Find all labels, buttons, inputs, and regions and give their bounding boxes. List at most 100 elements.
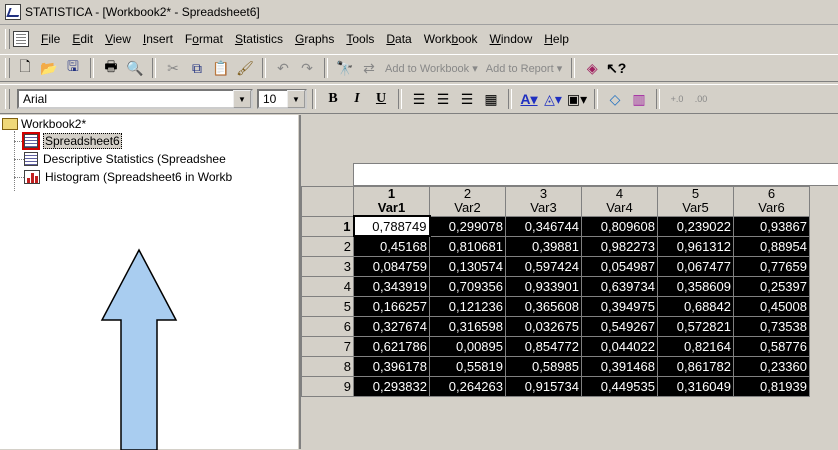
table-cell[interactable]: 0,55819 <box>429 355 506 377</box>
column-header[interactable]: 3 Var3 <box>505 186 582 217</box>
menu-item-help[interactable]: Help <box>538 30 575 48</box>
tree-item-descriptive-statistics[interactable]: Descriptive Statistics (Spreadshee <box>24 150 226 168</box>
toolbar-grip[interactable] <box>5 58 10 78</box>
grid-corner[interactable] <box>301 186 354 217</box>
row-header[interactable]: 6 <box>301 315 354 337</box>
table-cell[interactable]: 0,810681 <box>429 235 506 257</box>
column-header[interactable]: 1 Var1 <box>353 186 430 217</box>
table-cell[interactable]: 0,166257 <box>353 295 430 317</box>
chevron-down-icon[interactable]: ▼ <box>233 90 251 108</box>
align-right-icon[interactable]: ☰ <box>456 88 478 110</box>
table-cell[interactable]: 0,299078 <box>429 215 506 237</box>
decrease-decimal-icon[interactable]: .00 <box>690 88 712 110</box>
find-icon[interactable]: 🔭 <box>334 57 356 79</box>
toolbar-grip[interactable] <box>5 89 10 109</box>
statistica-app-icon[interactable] <box>5 4 21 20</box>
cut-icon[interactable]: ✂ <box>162 57 184 79</box>
column-header[interactable]: 5 Var5 <box>657 186 734 217</box>
italic-button[interactable]: I <box>346 88 368 110</box>
table-cell[interactable]: 0,933901 <box>505 275 582 297</box>
add-to-workbook-button[interactable]: Add to Workbook ▾ <box>381 62 482 75</box>
row-header[interactable]: 4 <box>301 275 354 297</box>
table-cell[interactable]: 0,130574 <box>429 255 506 277</box>
menu-item-format[interactable]: Format <box>179 30 229 48</box>
row-header[interactable]: 2 <box>301 235 354 257</box>
table-cell[interactable]: 0,394975 <box>581 295 658 317</box>
marking-icon[interactable]: ◇ <box>604 88 626 110</box>
chevron-down-icon[interactable]: ▼ <box>287 90 305 108</box>
menu-item-graphs[interactable]: Graphs <box>289 30 340 48</box>
font-name-combo[interactable]: Arial ▼ <box>17 89 253 109</box>
table-cell[interactable]: 0,084759 <box>353 255 430 277</box>
table-cell[interactable]: 0,82164 <box>657 335 734 357</box>
menubar-grip[interactable] <box>5 29 10 49</box>
table-cell[interactable]: 0,25397 <box>733 275 810 297</box>
table-cell[interactable]: 0,23360 <box>733 355 810 377</box>
table-cell[interactable]: 0,961312 <box>657 235 734 257</box>
table-cell[interactable]: 0,58985 <box>505 355 582 377</box>
print-preview-icon[interactable]: 🔍 <box>124 57 146 79</box>
tree-item-spreadsheet6[interactable]: Spreadsheet6 <box>22 132 122 150</box>
table-cell[interactable]: 0,264263 <box>429 375 506 397</box>
print-icon[interactable]: 🖶 <box>100 57 122 79</box>
table-cell[interactable]: 0,032675 <box>505 315 582 337</box>
table-cell[interactable]: 0,73538 <box>733 315 810 337</box>
underline-button[interactable]: U <box>370 88 392 110</box>
tree-item-histogram[interactable]: Histogram (Spreadsheet6 in Workb <box>24 168 232 186</box>
new-file-icon[interactable]: 🗋 <box>14 57 36 79</box>
bold-button[interactable]: B <box>322 88 344 110</box>
row-header[interactable]: 8 <box>301 355 354 377</box>
align-center-icon[interactable]: ☰ <box>432 88 454 110</box>
table-cell[interactable]: 0,621786 <box>353 335 430 357</box>
table-cell[interactable]: 0,39881 <box>505 235 582 257</box>
table-cell[interactable]: 0,396178 <box>353 355 430 377</box>
statistics-icon[interactable]: ◈ <box>581 57 603 79</box>
menu-item-edit[interactable]: Edit <box>66 30 99 48</box>
align-left-icon[interactable]: ☰ <box>408 88 430 110</box>
table-cell[interactable]: 0,93867 <box>733 215 810 237</box>
help-pointer-icon[interactable]: ↖? <box>605 57 627 79</box>
table-cell[interactable]: 0,854772 <box>505 335 582 357</box>
table-cell[interactable]: 0,809608 <box>581 215 658 237</box>
menu-item-file[interactable]: File <box>35 30 66 48</box>
menu-item-statistics[interactable]: Statistics <box>229 30 289 48</box>
column-header[interactable]: 6 Var6 <box>733 186 810 217</box>
format-painter-icon[interactable]: 🖌 <box>234 57 256 79</box>
menu-item-view[interactable]: View <box>99 30 137 48</box>
redo-icon[interactable]: ↷ <box>296 57 318 79</box>
table-cell[interactable]: 0,77659 <box>733 255 810 277</box>
menu-item-insert[interactable]: Insert <box>137 30 179 48</box>
table-cell[interactable]: 0,88954 <box>733 235 810 257</box>
replace-icon[interactable]: ⇄ <box>358 57 380 79</box>
table-cell[interactable]: 0,709356 <box>429 275 506 297</box>
row-header[interactable]: 7 <box>301 335 354 357</box>
table-cell[interactable]: 0,597424 <box>505 255 582 277</box>
font-size-combo[interactable]: 10 ▼ <box>257 89 307 109</box>
table-cell[interactable]: 0,239022 <box>657 215 734 237</box>
table-cell[interactable]: 0,639734 <box>581 275 658 297</box>
table-cell[interactable]: 0,982273 <box>581 235 658 257</box>
table-cell[interactable]: 0,45008 <box>733 295 810 317</box>
menu-item-tools[interactable]: Tools <box>340 30 380 48</box>
table-cell[interactable]: 0,915734 <box>505 375 582 397</box>
table-cell[interactable]: 0,449535 <box>581 375 658 397</box>
row-header[interactable]: 1 <box>301 215 354 237</box>
row-header[interactable]: 5 <box>301 295 354 317</box>
column-header[interactable]: 4 Var4 <box>581 186 658 217</box>
table-cell[interactable]: 0,81939 <box>733 375 810 397</box>
table-cell[interactable]: 0,343919 <box>353 275 430 297</box>
tree-root[interactable]: Workbook2* <box>2 115 86 133</box>
copy-icon[interactable]: ⧉ <box>186 57 208 79</box>
table-cell[interactable]: 0,45168 <box>353 235 430 257</box>
paste-icon[interactable]: 📋 <box>210 57 232 79</box>
column-header[interactable]: 2 Var2 <box>429 186 506 217</box>
undo-icon[interactable]: ↶ <box>272 57 294 79</box>
open-folder-icon[interactable]: 📂 <box>38 57 60 79</box>
menu-item-data[interactable]: Data <box>380 30 417 48</box>
row-header[interactable]: 9 <box>301 375 354 397</box>
cell-format-icon[interactable]: ▦ <box>480 88 502 110</box>
table-cell[interactable]: 0,358609 <box>657 275 734 297</box>
document-icon[interactable] <box>13 31 29 47</box>
table-cell[interactable]: 0,316598 <box>429 315 506 337</box>
menu-item-workbook[interactable]: Workbook <box>418 30 484 48</box>
